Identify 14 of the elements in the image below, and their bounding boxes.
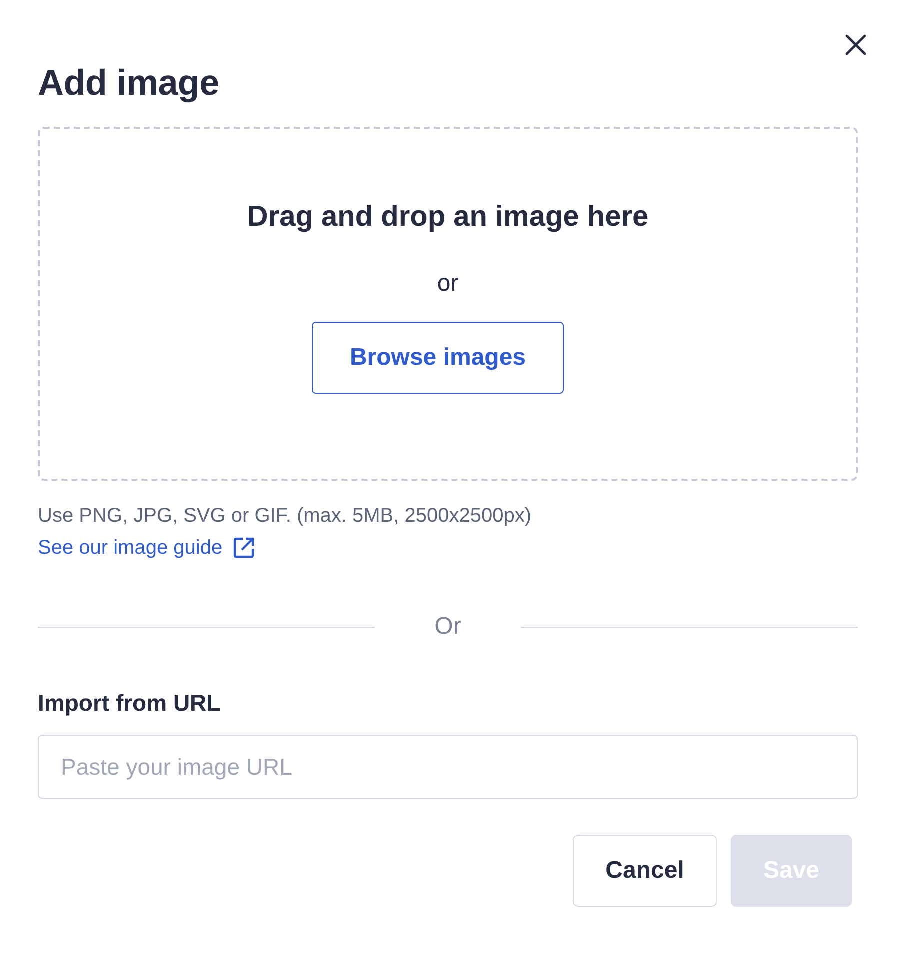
url-input-field[interactable]: Paste your image URL [38, 735, 858, 799]
drop-zone[interactable]: Drag and drop an image here or Browse images [38, 127, 858, 481]
drop-heading: Drag and drop an image here [247, 200, 649, 235]
browse-button[interactable]: Browse images [312, 322, 564, 394]
external-link-icon [232, 537, 255, 559]
field-label: Import from URL [38, 689, 222, 717]
or-text: or [437, 270, 459, 298]
dialog-title: Add image [38, 62, 220, 104]
close-icon [844, 33, 868, 57]
close-button[interactable] [844, 33, 868, 57]
cancel-button[interactable]: Cancel [573, 835, 717, 907]
divider-text: Or [434, 613, 462, 641]
image-guide-link[interactable]: See our image guide [38, 535, 255, 561]
format-hint: Use PNG, JPG, SVG or GIF. (max. 5MB, 2500x2500px) [38, 504, 533, 529]
